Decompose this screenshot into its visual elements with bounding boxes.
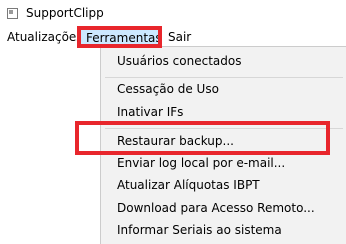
menu-item-enviar-log[interactable]: Enviar log local por e-mail... (101, 152, 346, 174)
menu-item-informar-seriais[interactable]: Informar Seriais ao sistema (101, 219, 346, 241)
menu-item-cessacao-de-uso[interactable]: Cessação de Uso (101, 78, 346, 100)
menu-item-usuarios-conectados[interactable]: Usuários conectados (101, 50, 346, 72)
ferramentas-dropdown-menu: Usuários conectados Cessação de Uso Inat… (100, 46, 346, 244)
menu-item-atualizar-aliquotas[interactable]: Atualizar Alíquotas IBPT (101, 174, 346, 196)
app-icon[interactable] (7, 8, 18, 19)
window-title: SupportClipp (26, 6, 104, 20)
menu-ferramentas[interactable]: Ferramentas (79, 26, 162, 48)
menu-separator (105, 128, 343, 129)
menu-item-download-acesso-remoto[interactable]: Download para Acesso Remoto... (101, 197, 346, 219)
menu-item-inativar-ifs[interactable]: Inativar IFs (101, 101, 346, 123)
menu-item-restaurar-backup[interactable]: Restaurar backup... (101, 130, 346, 152)
menu-bar: Atualizações Ferramentas Sair (0, 26, 346, 48)
menu-sair[interactable]: Sair (168, 26, 191, 48)
title-bar: SupportClipp (0, 0, 346, 26)
menu-atualizacoes[interactable]: Atualizações (7, 26, 83, 48)
